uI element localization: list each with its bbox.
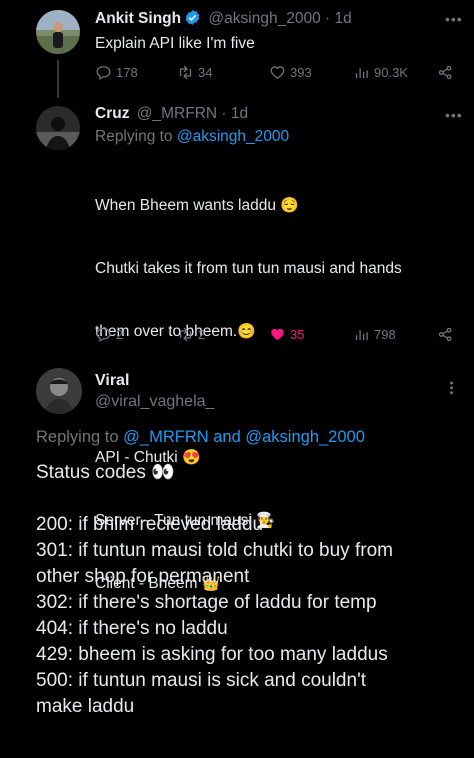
reply-count: 2 <box>116 327 124 342</box>
replying-to: Replying to @_MRFRN and @aksingh_2000 <box>36 428 365 447</box>
replying-and: and <box>213 428 241 446</box>
text-line <box>36 486 393 512</box>
like-count: 35 <box>290 327 305 342</box>
mention-link[interactable]: @_MRFRN <box>123 428 209 446</box>
author-name[interactable]: Viral <box>95 372 129 390</box>
share-button[interactable] <box>437 326 454 343</box>
replying-prefix: Replying to <box>36 428 119 446</box>
reply-button[interactable]: 2 <box>95 326 123 343</box>
tweet-ankit[interactable]: Ankit Singh @aksingh_2000 · 1d ••• Expla… <box>0 0 474 98</box>
views-icon <box>355 330 368 341</box>
replying-to: Replying to @aksingh_2000 <box>95 128 289 146</box>
text-line: 200: if bhim recieved laddu <box>36 514 264 535</box>
mention-link[interactable]: @aksingh_2000 <box>245 428 365 446</box>
verified-badge-icon <box>184 9 201 26</box>
timestamp[interactable]: · 1d <box>221 105 248 122</box>
author-handle[interactable]: @viral_vaghela_ <box>95 393 214 411</box>
avatar-viral[interactable] <box>36 368 82 414</box>
author-handle[interactable]: @_MRFRN <box>137 105 217 122</box>
text-line: 500: if tuntun mausi is sick and couldn'… <box>36 670 366 691</box>
views-count: 798 <box>374 327 396 342</box>
views-button[interactable]: 798 <box>353 326 396 343</box>
tweet2-header: Cruz @_MRFRN · 1d <box>95 105 248 123</box>
thread-line <box>57 60 59 98</box>
like-icon <box>270 66 285 79</box>
more-icon[interactable]: ••• <box>445 12 463 26</box>
author-name[interactable]: Ankit Singh <box>95 10 181 27</box>
text-line: other shop for permanent <box>36 566 250 587</box>
more-icon[interactable]: ••• <box>445 381 457 396</box>
text-line: make laddu <box>36 696 135 717</box>
avatar-ankit[interactable] <box>36 10 80 54</box>
author-handle[interactable]: @aksingh_2000 <box>208 10 320 27</box>
tweet1-actions: 178 34 393 90.3K <box>95 64 456 84</box>
retweet-button[interactable]: 2 <box>177 326 205 343</box>
text-line: 301: if tuntun mausi told chutki to buy … <box>36 540 393 561</box>
mention-link[interactable]: @aksingh_2000 <box>177 128 289 145</box>
share-button[interactable] <box>437 64 454 81</box>
tweet-text: Status codes 👀 200: if bhim recieved lad… <box>36 460 393 720</box>
retweet-count: 2 <box>198 327 206 342</box>
timestamp[interactable]: · 1d <box>325 10 352 27</box>
tweet1-header: Ankit Singh @aksingh_2000 · 1d <box>95 9 352 28</box>
reply-count: 178 <box>116 65 138 80</box>
tweet-viral[interactable]: Viral @viral_vaghela_ ••• Replying to @_… <box>0 360 474 758</box>
text-line: 429: bheem is asking for too many laddus <box>36 644 388 665</box>
views-count: 90.3K <box>374 65 408 80</box>
retweet-button[interactable]: 34 <box>177 64 212 81</box>
more-icon[interactable]: ••• <box>445 108 463 122</box>
retweet-icon <box>179 65 192 80</box>
reply-button[interactable]: 178 <box>95 64 138 81</box>
replying-prefix: Replying to <box>95 128 173 145</box>
tweet-cruz[interactable]: Cruz @_MRFRN · 1d ••• Replying to @aksin… <box>0 98 474 592</box>
text-line: When Bheem wants laddu 😌 <box>95 197 299 214</box>
share-icon <box>438 327 452 342</box>
text-line: Chutki takes it from tun tun mausi and h… <box>95 260 402 277</box>
text-line: 404: if there's no laddu <box>36 618 228 639</box>
views-button[interactable]: 90.3K <box>353 64 408 81</box>
reply-icon <box>96 328 111 343</box>
text-line: 302: if there's shortage of laddu for te… <box>36 592 377 613</box>
tweet-text: Explain API like I'm five <box>95 35 255 52</box>
avatar-cruz[interactable] <box>36 106 80 150</box>
like-button[interactable]: 35 <box>269 326 304 343</box>
views-icon <box>355 68 368 79</box>
retweet-count: 34 <box>198 65 213 80</box>
like-icon <box>271 328 284 341</box>
text-line: Status codes 👀 <box>36 462 175 483</box>
like-button[interactable]: 393 <box>269 64 312 81</box>
reply-icon <box>96 66 111 81</box>
author-name[interactable]: Cruz <box>95 105 129 122</box>
like-count: 393 <box>290 65 312 80</box>
share-icon <box>438 65 452 80</box>
tweet2-actions: 2 2 35 798 <box>95 326 456 346</box>
relieved-emoji-icon: 😌 <box>280 197 299 214</box>
retweet-icon <box>179 327 192 342</box>
eyes-emoji-icon: 👀 <box>151 462 175 483</box>
